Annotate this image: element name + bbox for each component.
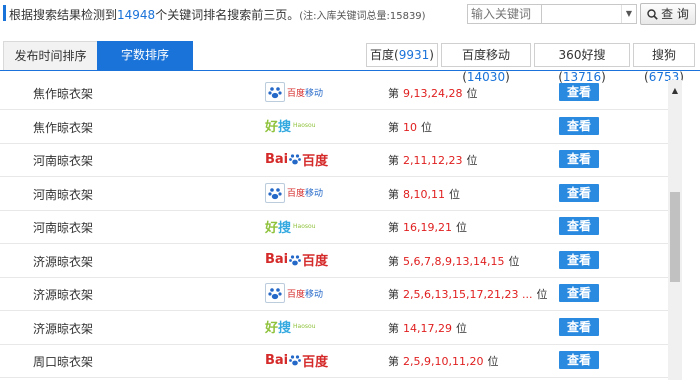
keyword-text: 济源晾衣架 [33, 321, 94, 336]
view-button[interactable]: 查看 [559, 217, 599, 235]
source-count: 9931 [398, 48, 430, 62]
search-button[interactable]: 查 询 [640, 3, 696, 25]
source-name: 百度移动 [461, 48, 510, 62]
ranking-list: 焦作晾衣架 百度移动 第 9,13,24,28 位 查看 焦作晾衣架 好搜 Haoso… [0, 80, 668, 380]
view-button[interactable]: 查看 [559, 183, 599, 202]
tab-word-count[interactable]: 字数排序 [97, 41, 193, 71]
scrollbar-thumb[interactable] [670, 192, 680, 282]
view-button[interactable]: 查看 [559, 150, 599, 168]
tab-publish-time[interactable]: 发布时间排序 [3, 41, 98, 70]
baidu-logo: Bai 百度 [265, 151, 329, 169]
table-row: 河南晾衣架 好搜 Haosou 第 16,19,21 位 查看 [0, 210, 668, 244]
baidu-logo: Bai 百度 [265, 252, 329, 269]
baidu-mobile-logo: 百度移动 [265, 81, 323, 103]
summary-count: 14948 [117, 8, 156, 22]
paw-icon [265, 182, 285, 203]
rank-positions: 第 2,5,6,13,15,17,21,23 ... 位 [388, 288, 548, 301]
baidu-mobile-logo: 百度移动 [265, 282, 323, 304]
source-baidu-mobile[interactable]: 百度移动(14030) [441, 43, 531, 84]
summary-prefix: 根据搜索结果检测到 [9, 8, 118, 22]
haosou-logo: 好搜 Haosou [265, 321, 316, 336]
source-baidu[interactable]: 百度(9931) [366, 43, 438, 67]
keyword-text: 河南晾衣架 [33, 154, 94, 168]
table-row: 焦作晾衣架 百度移动 第 9,13,24,28 位 查看 [0, 80, 668, 110]
keyword-text: 河南晾衣架 [33, 187, 94, 202]
header-bar: 根据搜索结果检测到14948个关键词排名搜索前三页。(注:入库关键词总量:158… [0, 0, 700, 30]
paw-icon [289, 355, 302, 366]
keyword-text: 河南晾衣架 [33, 221, 94, 235]
haosou-logo: 好搜 Haosou [265, 120, 316, 135]
rank-positions: 第 14,17,29 位 [388, 321, 467, 335]
engine-select[interactable]: ▼ [541, 4, 637, 24]
header-accent-bar [3, 5, 6, 21]
table-row: 河南晾衣架 Bai 百度 第 2,11,12,23 位 查看 [0, 143, 668, 177]
summary-note: (注:入库关键词总量:15839) [299, 11, 426, 22]
view-button[interactable]: 查看 [559, 116, 599, 135]
rank-positions: 第 2,11,12,23 位 [388, 154, 478, 167]
rank-positions: 第 8,10,11 位 [388, 187, 460, 201]
keyword-text: 济源晾衣架 [33, 288, 94, 302]
table-row: 济源晾衣架 好搜 Haosou 第 14,17,29 位 查看 [0, 311, 668, 345]
rank-positions: 第 9,13,24,28 位 [388, 87, 478, 100]
haosou-logo: 好搜 Haosou [265, 220, 316, 236]
view-button[interactable]: 查看 [559, 284, 599, 302]
scrollbar[interactable]: ▲ [668, 80, 682, 380]
rank-positions: 第 2,5,9,10,11,20 位 [388, 355, 499, 368]
view-button[interactable]: 查看 [559, 250, 599, 269]
baidu-logo: Bai 百度 [265, 352, 329, 370]
keyword-text: 济源晾衣架 [33, 254, 94, 269]
paw-icon [265, 283, 285, 303]
result-summary: 根据搜索结果检测到14948个关键词排名搜索前三页。(注:入库关键词总量:158… [9, 6, 426, 23]
rank-positions: 第 16,19,21 位 [388, 221, 467, 234]
baidu-mobile-logo: 百度移动 [265, 182, 323, 204]
paw-icon [265, 82, 285, 102]
view-button[interactable]: 查看 [559, 351, 599, 369]
keyword-text: 焦作晾衣架 [33, 87, 94, 101]
table-row: 焦作晾衣架 好搜 Haosou 第 10 位 查看 [0, 110, 668, 144]
view-button[interactable]: 查看 [559, 83, 599, 101]
table-row: 济源晾衣架 百度移动 第 2,5,6,13,15,17,21,23 ... 位 查看 [0, 277, 668, 311]
search-icon [647, 9, 658, 20]
keyword-search-input[interactable] [467, 4, 543, 24]
source-name: 百度 [370, 48, 395, 62]
search-button-label: 查 询 [661, 7, 689, 21]
table-row: 周口晾衣架 Bai 百度 第 2,5,9,10,11,20 位 查看 [0, 344, 668, 378]
summary-suffix: 个关键词排名搜索前三页。 [155, 8, 300, 22]
table-row: 济源晾衣架 Bai 百度 第 5,6,7,8,9,13,14,15 位 查看 [0, 244, 668, 278]
tabs-bar: 发布时间排序 字数排序 百度(9931) 百度移动(14030) 360好搜(1… [0, 41, 700, 84]
paw-icon [289, 154, 302, 165]
keyword-text: 周口晾衣架 [33, 355, 94, 369]
source-name: 搜狗 [651, 48, 676, 62]
paw-icon [289, 254, 302, 265]
source-name: 360好搜 [558, 48, 606, 62]
view-button[interactable]: 查看 [559, 317, 599, 336]
source-sogou[interactable]: 搜狗(6753) [633, 43, 695, 84]
keyword-text: 焦作晾衣架 [33, 120, 94, 135]
rank-positions: 第 5,6,7,8,9,13,14,15 位 [388, 254, 520, 268]
chevron-down-icon[interactable]: ▼ [621, 5, 636, 23]
rank-positions: 第 10 位 [388, 120, 432, 134]
source-360-haosou[interactable]: 360好搜(13716) [534, 43, 630, 84]
table-row: 河南晾衣架 百度移动 第 8,10,11 位 查看 [0, 177, 668, 211]
scroll-up-icon[interactable]: ▲ [668, 86, 682, 95]
